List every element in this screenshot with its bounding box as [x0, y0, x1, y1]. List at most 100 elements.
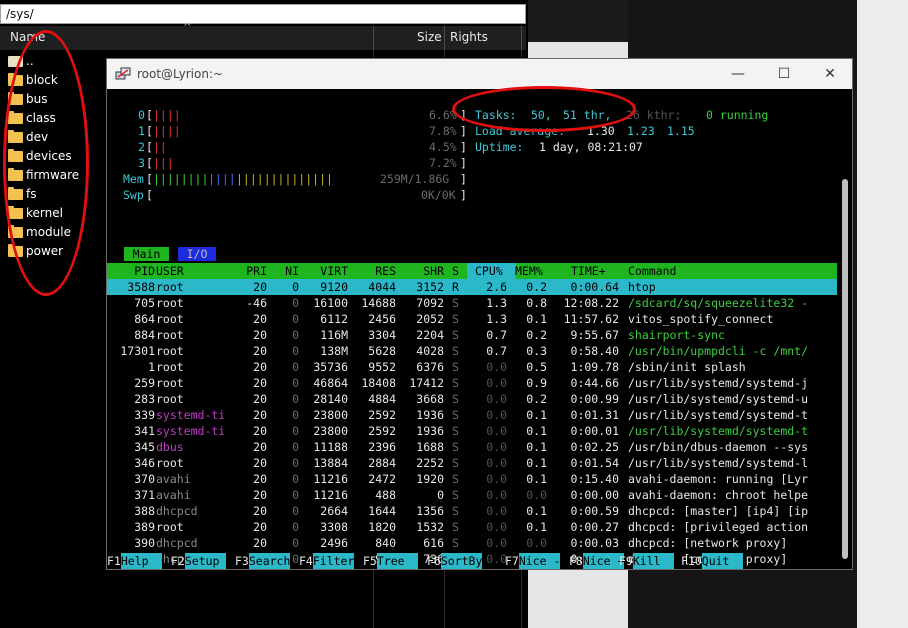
cell-user: systemd-ti: [156, 408, 226, 422]
folder-icon: [8, 149, 23, 162]
function-key-f8[interactable]: F8Nice +: [569, 553, 625, 569]
list-item[interactable]: module: [6, 223, 79, 242]
list-item[interactable]: firmware: [6, 166, 79, 185]
table-row[interactable]: 345 dbus 20 0 11188 2396 1688 S 0.0 0.1 0:02.25/us…: [107, 439, 837, 455]
function-key-f2[interactable]: F2Setup: [171, 553, 227, 569]
cell-pri: 20: [253, 344, 267, 358]
cell-mem: 0.2: [526, 392, 547, 406]
table-row[interactable]: 389 root 20 0 3308 1820 1532 S 0.0 0.1 0:00.27 dhcp…: [107, 519, 837, 535]
list-item[interactable]: block: [6, 71, 79, 90]
scrollbar[interactable]: [840, 89, 850, 569]
terminal-content[interactable]: 0[|||| 6.6%] 1[|||| 7.8%] 2[|| 4.5%] 3[||| 7…: [107, 89, 852, 569]
list-item[interactable]: kernel: [6, 204, 79, 223]
tab-io[interactable]: I/O: [178, 247, 216, 261]
item-label: kernel: [26, 206, 63, 220]
list-item[interactable]: bus: [6, 90, 79, 109]
table-row[interactable]: 17301 root 20 0 138M 5628 4028 S 0.7 0.3 0:58.40/u…: [107, 343, 837, 359]
table-row[interactable]: 884 root 20 0 116M 3304 2204 S 0.7 0.2 9:55.67 shai…: [107, 327, 837, 343]
cell-mem: 0.5: [526, 360, 547, 374]
list-item[interactable]: ..: [6, 52, 79, 71]
cell-ni: 0: [292, 504, 299, 518]
function-key-f7[interactable]: F7Nice -: [505, 553, 561, 569]
function-key-number: F1: [107, 554, 121, 568]
cell-ni: 0: [292, 408, 299, 422]
column-header-cell[interactable]: Command: [628, 263, 676, 279]
cell-cpu: 0.0: [486, 360, 507, 374]
cell-pid: 390: [134, 536, 155, 550]
table-row[interactable]: 388 dhcpcd 20 0 2664 1644 1356 S 0.0 0.1 0:00.59 dh…: [107, 503, 837, 519]
column-header: Name ^ Size Rights: [0, 22, 526, 50]
function-key-f10[interactable]: F10Quit: [681, 553, 744, 569]
cell-res: 18408: [361, 376, 396, 390]
cell-time: 0:01.31: [570, 408, 619, 422]
column-header-cell[interactable]: PID: [107, 263, 155, 279]
table-row[interactable]: 370 avahi 20 0 11216 2472 1920 S 0.0 0.1 0:15.40 av…: [107, 471, 837, 487]
function-key-f9[interactable]: F9Kill: [619, 553, 675, 569]
list-item[interactable]: power: [6, 242, 79, 261]
table-row[interactable]: 341 systemd-ti 20 0 23800 2592 1936 S 0.0 0.1 0:00…: [107, 423, 837, 439]
cell-shr: 1532: [416, 520, 444, 534]
cell-mem: 0.1: [526, 424, 547, 438]
function-key-f5[interactable]: F5Tree: [363, 553, 419, 569]
cell-s: S: [452, 344, 459, 358]
close-button[interactable]: ✕: [807, 59, 853, 89]
cell-s: S: [452, 488, 459, 502]
cell-shr: 2252: [416, 456, 444, 470]
table-row[interactable]: 864 root 20 0 6112 2456 2052 S 1.3 0.1 11:57.62 vit…: [107, 311, 837, 327]
cell-pri: 20: [253, 392, 267, 406]
item-label: block: [26, 73, 58, 87]
column-header-cell[interactable]: PRI: [227, 263, 267, 279]
column-header-cell[interactable]: USER: [156, 263, 184, 279]
tab-main[interactable]: Main: [124, 247, 169, 261]
cell-mem: 0.1: [526, 456, 547, 470]
column-header-cell[interactable]: S: [452, 263, 459, 279]
function-key-f4[interactable]: F4Filter: [299, 553, 355, 569]
column-header-cell[interactable]: SHR: [396, 263, 444, 279]
maximize-button[interactable]: ☐: [761, 59, 807, 89]
column-size[interactable]: Size: [417, 30, 442, 44]
cell-ni: 0: [292, 536, 299, 550]
column-header-cell[interactable]: RES: [348, 263, 396, 279]
cell-ni: 0: [292, 456, 299, 470]
function-key-f3[interactable]: F3Search: [235, 553, 291, 569]
cell-user: root: [156, 360, 184, 374]
list-item[interactable]: dev: [6, 128, 79, 147]
table-row[interactable]: 3588 root 20 0 9120 4044 3152 R 2.6 0.2 0:00.64 hto…: [107, 279, 837, 295]
minimize-button[interactable]: —: [715, 59, 761, 89]
cell-cpu: 0.0: [486, 504, 507, 518]
column-header-cell[interactable]: VIRT: [300, 263, 348, 279]
cell-shr: 1356: [416, 504, 444, 518]
table-row[interactable]: 339 systemd-ti 20 0 23800 2592 1936 S 0.0 0.1 0:01…: [107, 407, 837, 423]
table-row[interactable]: 1 root 20 0 35736 9552 6376 S 0.0 0.5 1:09.78/sbin…: [107, 359, 837, 375]
folder-icon: [8, 92, 23, 105]
scrollbar-thumb[interactable]: [842, 179, 848, 559]
item-label: devices: [26, 149, 72, 163]
function-key-f1[interactable]: F1Help: [107, 553, 163, 569]
column-header-cell[interactable]: CPU%: [475, 263, 503, 279]
list-item[interactable]: class: [6, 109, 79, 128]
path-bar[interactable]: /sys/: [0, 4, 526, 24]
table-row[interactable]: 259 root 20 0 46864 18408 17412 S 0.0 0.9 0:44.66 /…: [107, 375, 837, 391]
column-header-cell[interactable]: NI: [269, 263, 299, 279]
function-key-label: Setup: [184, 553, 227, 569]
cell-cpu: 1.3: [486, 312, 507, 326]
title-bar[interactable]: root@Lyrion:~ — ☐ ✕: [107, 59, 852, 89]
column-header-cell[interactable]: TIME+: [571, 263, 606, 279]
item-label: module: [26, 225, 71, 239]
table-row[interactable]: 371 avahi 20 0 11216 488 0 S 0.0 0.0 0:00.00 avahi-…: [107, 487, 837, 503]
function-key-f6[interactable]: F6SortBy: [427, 553, 483, 569]
cell-user: root: [156, 344, 184, 358]
table-row[interactable]: 390 dhcpcd 20 0 2496 840 616 S 0.0 0.0 0:00.03 dhcp…: [107, 535, 837, 551]
table-row[interactable]: 705 root -46 0 16100 14688 7092 S 1.3 0.8 12:08.22…: [107, 295, 837, 311]
column-header-cell[interactable]: MEM%: [515, 263, 543, 279]
table-row[interactable]: 346 root 20 0 13884 2884 2252 S 0.0 0.1 0:01.54/us…: [107, 455, 837, 471]
table-row[interactable]: 283 root 20 0 28140 4884 3668 S 0.0 0.2 0:00.99/us…: [107, 391, 837, 407]
cell-time: 9:55.67: [570, 328, 619, 342]
column-rights[interactable]: Rights: [450, 30, 488, 44]
folder-icon: [8, 130, 23, 143]
list-item[interactable]: devices: [6, 147, 79, 166]
list-item[interactable]: fs: [6, 185, 79, 204]
column-name[interactable]: Name: [10, 30, 45, 44]
function-key-number: F5: [363, 554, 377, 568]
cell-virt: 11188: [313, 440, 348, 454]
